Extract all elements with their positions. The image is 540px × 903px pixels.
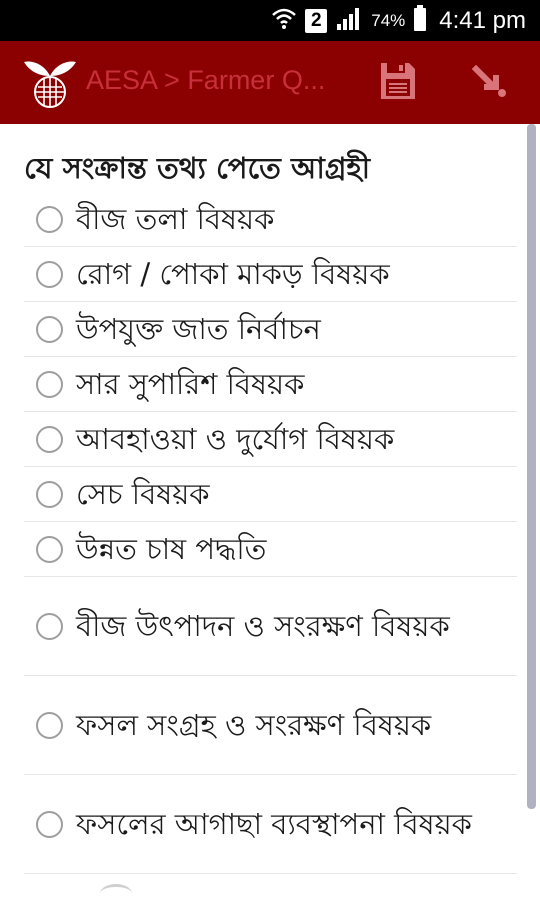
option-label: রোগ / পোকা মাকড় বিষয়ক — [76, 257, 390, 291]
radio-button[interactable] — [36, 315, 63, 343]
battery-icon — [413, 5, 427, 36]
option-label: সেচ বিষয়ক — [76, 477, 210, 511]
option-label: বীজ তলা বিষয়ক — [76, 202, 275, 236]
clock: 4:41 pm — [439, 6, 526, 34]
radio-button[interactable] — [36, 535, 63, 563]
option-seed-production[interactable]: বীজ উৎপাদন ও সংরক্ষণ বিষয়ক — [24, 577, 517, 676]
option-variety-selection[interactable]: উপযুক্ত জাত নির্বাচন — [24, 302, 517, 357]
app-title: AESA > Farmer Q... — [86, 65, 326, 95]
radio-button[interactable] — [36, 370, 63, 398]
sim-badge: 2 — [305, 8, 328, 33]
option-label: ফসলের আগাছা ব্যবস্থাপনা বিষয়ক — [76, 807, 472, 841]
option-label: বীজ উৎপাদন ও সংরক্ষণ বিষয়ক — [76, 609, 450, 643]
option-label: ফসল সংগ্রহ ও সংরক্ষণ বিষয়ক — [76, 708, 432, 742]
exit-button[interactable] — [470, 63, 510, 103]
battery-percent: 74% — [371, 10, 406, 30]
exit-arrow-icon — [471, 63, 508, 103]
option-seedbed[interactable]: বীজ তলা বিষয়ক — [24, 192, 517, 247]
app-bar: AESA > Farmer Q... — [0, 41, 540, 124]
scrollbar[interactable] — [527, 124, 536, 809]
option-improved-cultivation[interactable]: উন্নত চাষ পদ্ধতি — [24, 522, 517, 577]
option-weather-disaster[interactable]: আবহাওয়া ও দুর্যোগ বিষয়ক — [24, 412, 517, 467]
wifi-icon — [271, 6, 297, 35]
app-logo-icon[interactable] — [22, 54, 78, 110]
radio-button[interactable] — [36, 205, 63, 233]
status-icons: 2 74% 4:41 pm — [271, 0, 526, 41]
status-bar: 2 74% 4:41 pm — [0, 0, 540, 41]
save-icon — [379, 61, 417, 105]
save-button[interactable] — [378, 61, 418, 105]
radio-button[interactable] — [36, 810, 63, 838]
option-label: উন্নত চাষ পদ্ধতি — [76, 532, 267, 566]
option-disease-pest[interactable]: রোগ / পোকা মাকড় বিষয়ক — [24, 247, 517, 302]
option-irrigation[interactable]: সেচ বিষয়ক — [24, 467, 517, 522]
radio-button[interactable] — [36, 260, 63, 288]
question-label: যে সংক্রান্ত তথ্য পেতে আগ্রহী — [24, 151, 371, 185]
option-label: উপযুক্ত জাত নির্বাচন — [76, 312, 321, 346]
next-item-peek — [100, 884, 132, 903]
radio-button[interactable] — [36, 711, 63, 739]
form-content: যে সংক্রান্ত তথ্য পেতে আগ্রহী বীজ তলা বি… — [0, 124, 540, 900]
radio-button[interactable] — [36, 612, 63, 640]
radio-button[interactable] — [36, 480, 63, 508]
radio-button[interactable] — [36, 425, 63, 453]
option-weed-management[interactable]: ফসলের আগাছা ব্যবস্থাপনা বিষয়ক — [24, 775, 517, 874]
option-harvest-storage[interactable]: ফসল সংগ্রহ ও সংরক্ষণ বিষয়ক — [24, 676, 517, 775]
option-fertilizer[interactable]: সার সুপারিশ বিষয়ক — [24, 357, 517, 412]
signal-icon — [335, 6, 363, 35]
option-label: আবহাওয়া ও দুর্যোগ বিষয়ক — [76, 422, 395, 456]
options-list: বীজ তলা বিষয়ক রোগ / পোকা মাকড় বিষয়ক উ… — [24, 192, 517, 874]
option-label: সার সুপারিশ বিষয়ক — [76, 367, 305, 401]
